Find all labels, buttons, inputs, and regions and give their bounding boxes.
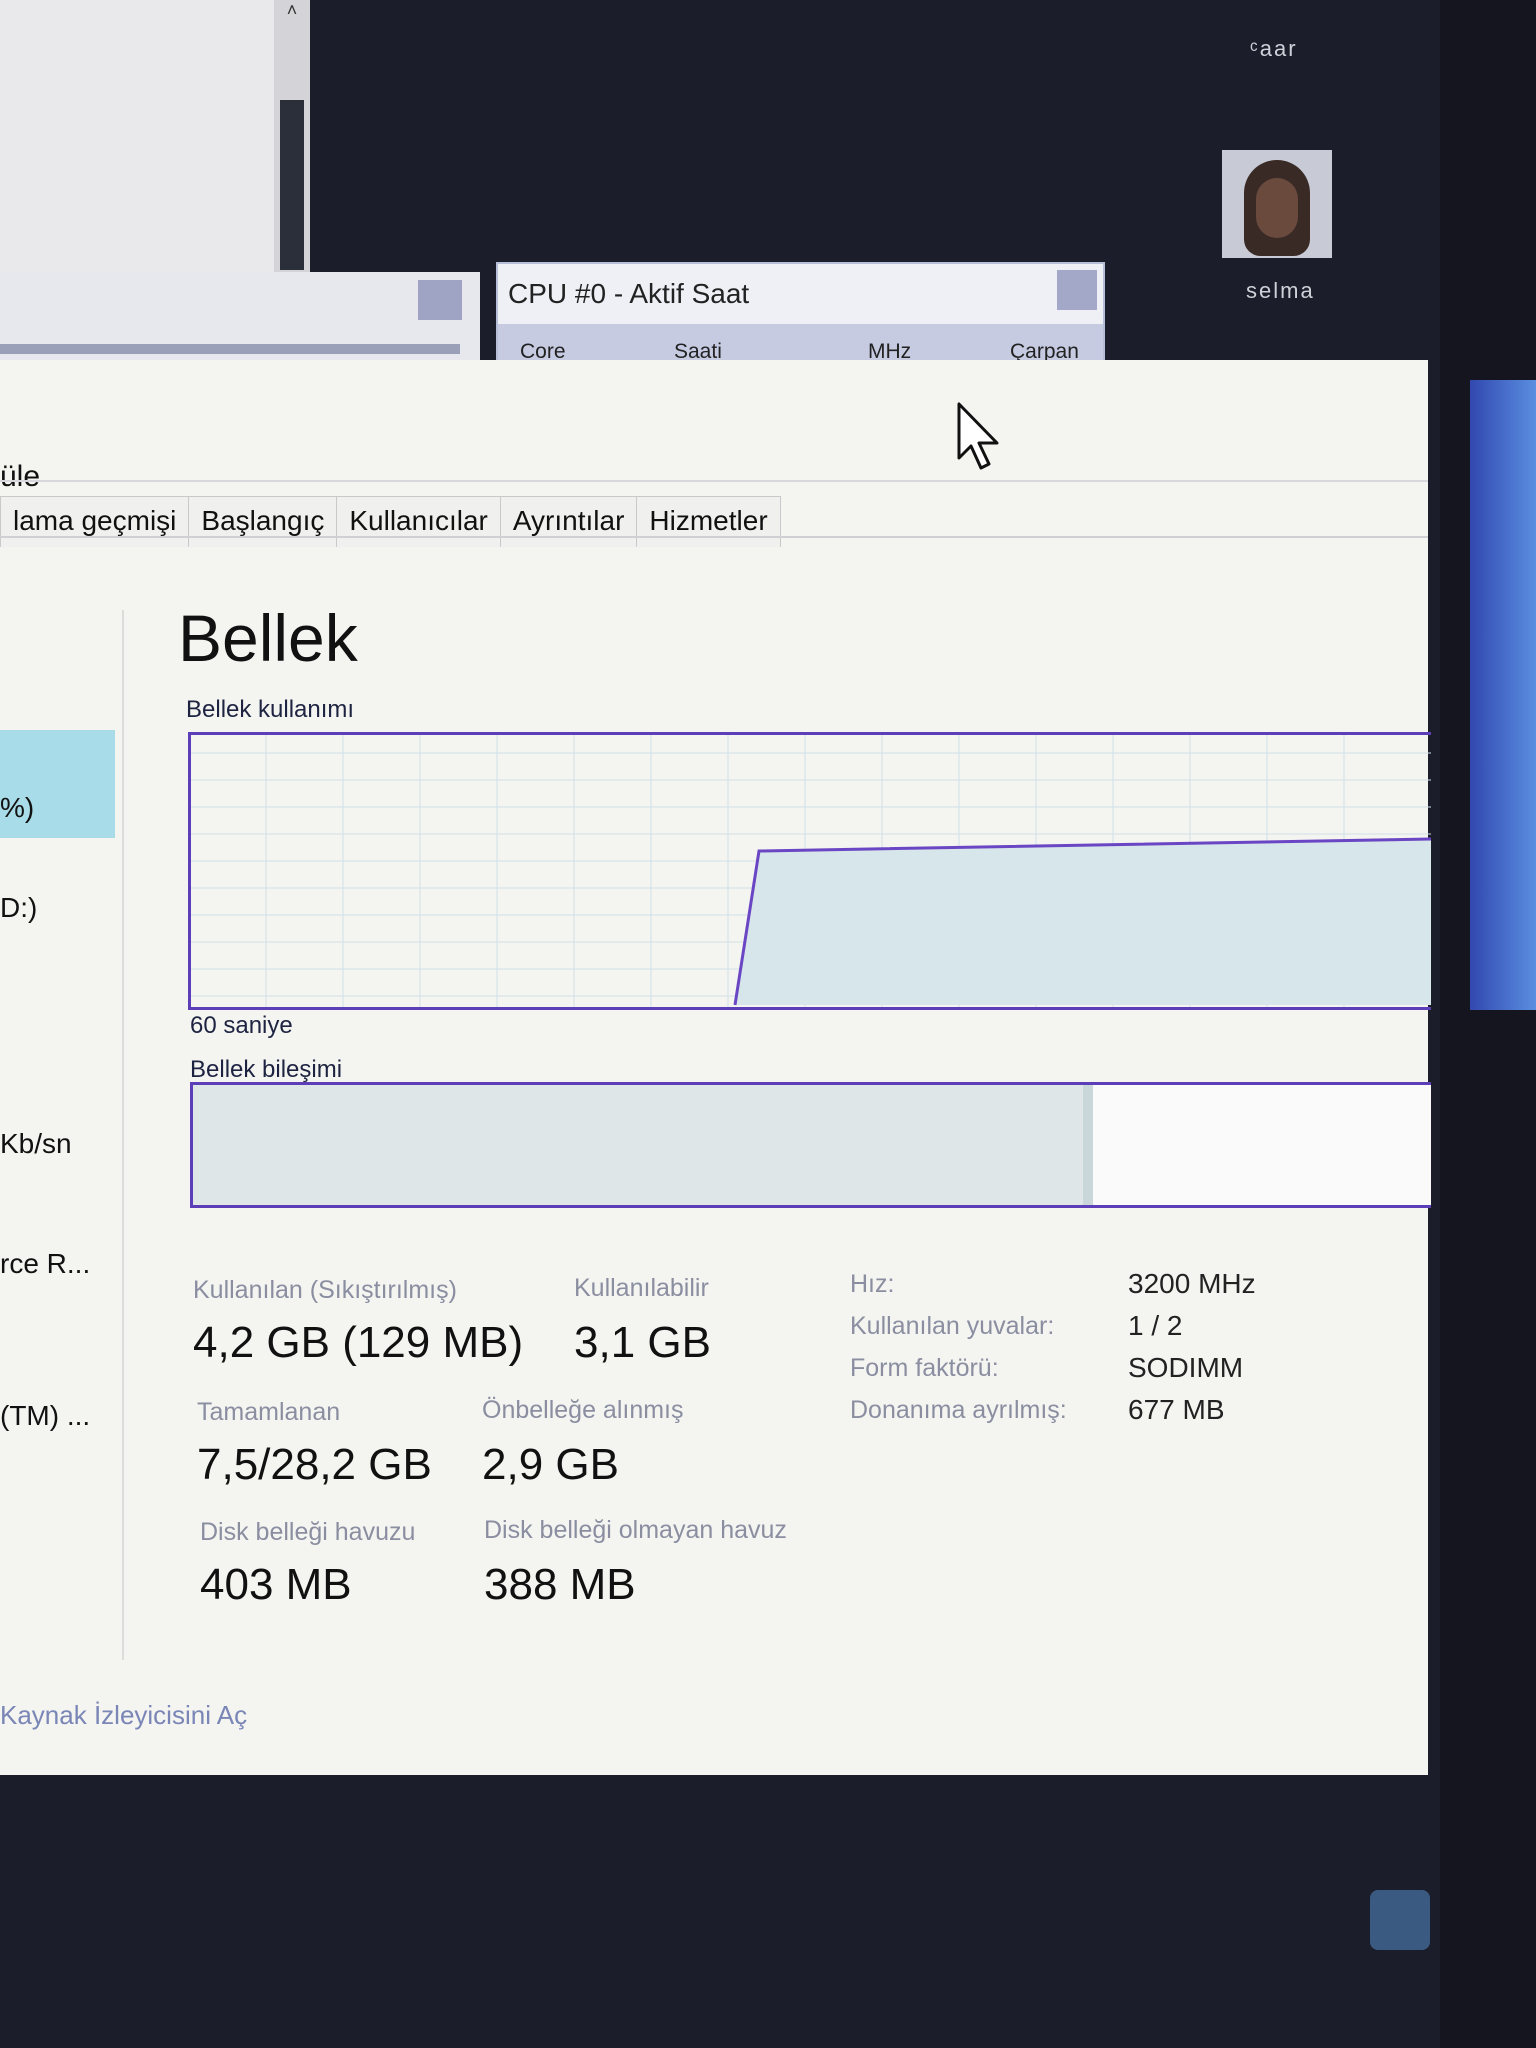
window-button[interactable] xyxy=(418,280,462,320)
paged-pool-label: Disk belleği havuzu xyxy=(200,1518,416,1546)
page-title: Bellek xyxy=(178,601,358,675)
cpu-window-title: CPU #0 - Aktif Saat xyxy=(508,278,750,309)
cached-value: 2,9 GB xyxy=(482,1440,619,1489)
hardware-reserved-value: 677 MB xyxy=(1128,1394,1225,1425)
speed-value: 3200 MHz xyxy=(1128,1268,1256,1299)
hardware-reserved-label: Donanıma ayrılmış: xyxy=(850,1396,1067,1424)
sidebar-divider xyxy=(122,610,124,1660)
task-manager-window: üle lama geçmişi Başlangıç Kullanıcılar … xyxy=(0,360,1431,1775)
background-window-edge xyxy=(1470,380,1536,1010)
used-value: 4,2 GB (129 MB) xyxy=(193,1318,524,1367)
committed-value: 7,5/28,2 GB xyxy=(197,1440,432,1489)
nonpaged-pool-value: 388 MB xyxy=(484,1560,636,1609)
mouse-cursor-icon xyxy=(957,402,999,470)
scrollbar[interactable]: ˄ xyxy=(274,0,310,275)
speed-label: Hız: xyxy=(850,1270,895,1298)
background-window: ˄ xyxy=(0,0,310,275)
divider xyxy=(0,480,1428,482)
desktop-background xyxy=(1440,0,1536,2048)
paged-pool-value: 403 MB xyxy=(200,1560,352,1609)
slots-label: Kullanılan yuvalar: xyxy=(850,1312,1055,1340)
progress-bar xyxy=(0,344,460,354)
sidebar-item-network[interactable]: Kb/sn xyxy=(0,1128,72,1160)
open-resource-monitor-link[interactable]: Kaynak İzleyicisini Aç xyxy=(0,1700,247,1731)
available-value: 3,1 GB xyxy=(574,1318,711,1367)
scrollbar-thumb[interactable] xyxy=(280,100,304,270)
nonpaged-pool-label: Disk belleği olmayan havuz xyxy=(484,1516,787,1544)
participant-name-selma: selma xyxy=(1246,278,1315,303)
used-label: Kullanılan (Sıkıştırılmış) xyxy=(193,1276,457,1304)
close-button[interactable] xyxy=(1057,270,1097,310)
form-factor-value: SODIMM xyxy=(1128,1352,1244,1383)
participant-name: ᶜaar xyxy=(1250,36,1298,61)
chat-icon[interactable] xyxy=(1370,1890,1430,1950)
form-factor-label: Form faktörü: xyxy=(850,1354,999,1382)
tab-services[interactable]: Hizmetler xyxy=(636,496,781,547)
slots-value: 1 / 2 xyxy=(1128,1310,1183,1341)
tab-app-history[interactable]: lama geçmişi xyxy=(0,496,190,547)
avatar[interactable] xyxy=(1222,150,1332,258)
composition-in-use xyxy=(193,1085,1083,1205)
background-window-2 xyxy=(0,272,480,362)
divider xyxy=(0,536,1428,538)
tab-startup[interactable]: Başlangıç xyxy=(188,496,338,547)
composition-modified xyxy=(1083,1085,1093,1205)
avatar-face xyxy=(1256,178,1298,238)
cpu-clock-window: CPU #0 - Aktif Saat Core Saati MHz Çarpa… xyxy=(496,262,1105,376)
tab-bar: lama geçmişi Başlangıç Kullanıcılar Ayrı… xyxy=(0,496,781,548)
scroll-up-icon[interactable]: ˄ xyxy=(282,0,302,24)
available-label: Kullanılabilir xyxy=(574,1274,709,1302)
usage-graph-label: Bellek kullanımı xyxy=(186,696,355,723)
time-axis-label: 60 saniye xyxy=(190,1012,293,1039)
cached-label: Önbelleğe alınmış xyxy=(482,1396,684,1424)
window-title: üle xyxy=(0,460,41,493)
usage-area xyxy=(735,839,1431,1005)
sidebar-item-disk[interactable]: D:) xyxy=(0,892,37,924)
sidebar-item-gpu[interactable]: rce R... xyxy=(0,1248,90,1280)
composition-label: Bellek bileşimi xyxy=(190,1056,343,1083)
memory-usage-graph xyxy=(188,732,1431,1010)
sidebar-item-memory-label[interactable]: %) xyxy=(0,792,34,824)
tab-users[interactable]: Kullanıcılar xyxy=(336,496,501,547)
memory-composition-bar xyxy=(190,1082,1431,1208)
committed-label: Tamamlanan xyxy=(197,1398,341,1426)
tab-details[interactable]: Ayrıntılar xyxy=(499,496,638,547)
sidebar-item-gpu-2[interactable]: (TM) ... xyxy=(0,1400,90,1432)
usage-graph-svg xyxy=(191,735,1431,1007)
